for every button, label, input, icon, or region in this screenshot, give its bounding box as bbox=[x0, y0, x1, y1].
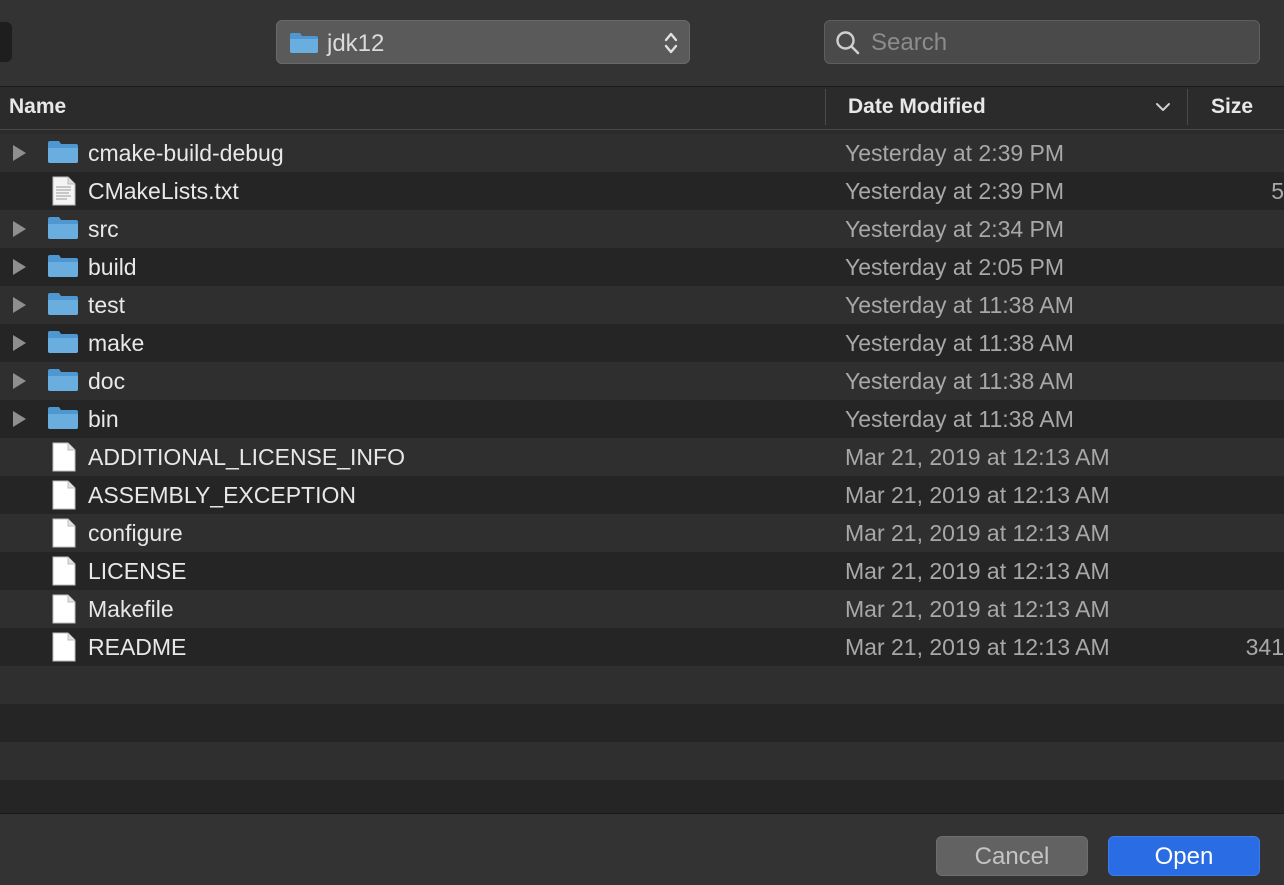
toolbar: jdk12 bbox=[0, 0, 1284, 87]
file-name: ASSEMBLY_EXCEPTION bbox=[88, 482, 356, 508]
file-name: src bbox=[88, 216, 119, 242]
file-row[interactable]: LICENSE Mar 21, 2019 at 12:13 AM bbox=[0, 552, 1284, 590]
file-name: LICENSE bbox=[88, 558, 187, 584]
file-row[interactable]: make Yesterday at 11:38 AM bbox=[0, 324, 1284, 362]
search-field[interactable] bbox=[824, 20, 1260, 64]
file-row[interactable]: CMakeLists.txt Yesterday at 2:39 PM 5 bbox=[0, 172, 1284, 210]
file-date-modified: Yesterday at 2:05 PM bbox=[845, 254, 1065, 280]
column-header: Name Date Modified Size bbox=[0, 87, 1284, 130]
search-input[interactable] bbox=[869, 27, 1253, 59]
chevron-updown-icon bbox=[663, 29, 679, 57]
file-date-modified: Mar 21, 2019 at 12:13 AM bbox=[845, 596, 1110, 622]
file-row[interactable]: configure Mar 21, 2019 at 12:13 AM bbox=[0, 514, 1284, 552]
cancel-button[interactable]: Cancel bbox=[936, 836, 1088, 876]
column-divider[interactable] bbox=[825, 89, 826, 125]
file-name: doc bbox=[88, 368, 126, 394]
file-name: README bbox=[88, 634, 187, 660]
disclosure-triangle-icon[interactable] bbox=[13, 297, 26, 313]
column-date-modified-header[interactable]: Date Modified bbox=[848, 87, 986, 129]
disclosure-triangle-icon[interactable] bbox=[13, 373, 26, 389]
file-name: make bbox=[88, 330, 145, 356]
document-icon bbox=[52, 594, 76, 629]
location-popup[interactable]: jdk12 bbox=[276, 20, 690, 64]
file-date-modified: Mar 21, 2019 at 12:13 AM bbox=[845, 444, 1110, 470]
file-row[interactable]: doc Yesterday at 11:38 AM bbox=[0, 362, 1284, 400]
file-date-modified: Mar 21, 2019 at 12:13 AM bbox=[845, 558, 1110, 584]
disclosure-triangle-icon[interactable] bbox=[13, 221, 26, 237]
folder-icon bbox=[47, 330, 79, 359]
disclosure-triangle-icon[interactable] bbox=[13, 335, 26, 351]
folder-icon bbox=[47, 406, 79, 435]
file-date-modified: Yesterday at 11:38 AM bbox=[845, 368, 1074, 394]
file-row[interactable]: ASSEMBLY_EXCEPTION Mar 21, 2019 at 12:13 … bbox=[0, 476, 1284, 514]
folder-icon bbox=[47, 368, 79, 397]
file-row[interactable]: bin Yesterday at 11:38 AM bbox=[0, 400, 1284, 438]
folder-icon bbox=[47, 254, 79, 283]
file-size: 5 bbox=[1271, 178, 1284, 204]
file-row[interactable]: README Mar 21, 2019 at 12:13 AM 341 bbox=[0, 628, 1284, 666]
file-date-modified: Mar 21, 2019 at 12:13 AM bbox=[845, 520, 1110, 546]
file-date-modified: Yesterday at 2:39 PM bbox=[845, 178, 1065, 204]
document-icon bbox=[52, 556, 76, 591]
file-date-modified: Yesterday at 11:38 AM bbox=[845, 330, 1074, 356]
document-icon bbox=[52, 480, 76, 515]
file-date-modified: Yesterday at 11:38 AM bbox=[845, 292, 1074, 318]
file-name: configure bbox=[88, 520, 183, 546]
empty-row bbox=[0, 704, 1284, 742]
file-name: ADDITIONAL_LICENSE_INFO bbox=[88, 444, 405, 470]
file-name: test bbox=[88, 292, 126, 318]
open-button[interactable]: Open bbox=[1108, 836, 1260, 876]
file-name: build bbox=[88, 254, 137, 280]
column-size-header[interactable]: Size bbox=[1211, 87, 1253, 129]
file-date-modified: Yesterday at 2:34 PM bbox=[845, 216, 1065, 242]
disclosure-triangle-icon[interactable] bbox=[13, 411, 26, 427]
file-name: Makefile bbox=[88, 596, 174, 622]
dialog-footer: Cancel Open bbox=[0, 813, 1284, 885]
folder-icon bbox=[47, 140, 79, 169]
folder-icon bbox=[47, 216, 79, 245]
document-icon bbox=[52, 442, 76, 477]
column-divider[interactable] bbox=[1187, 89, 1188, 125]
column-name-header[interactable]: Name bbox=[9, 87, 66, 129]
document-icon bbox=[52, 632, 76, 667]
file-list: cmake-build-debug Yesterday at 2:39 PM CMa… bbox=[0, 134, 1284, 818]
disclosure-triangle-icon[interactable] bbox=[13, 259, 26, 275]
file-date-modified: Mar 21, 2019 at 12:13 AM bbox=[845, 634, 1110, 660]
search-icon bbox=[835, 30, 861, 61]
folder-icon bbox=[289, 32, 319, 59]
file-row[interactable]: src Yesterday at 2:34 PM bbox=[0, 210, 1284, 248]
empty-row bbox=[0, 742, 1284, 780]
file-row[interactable]: test Yesterday at 11:38 AM bbox=[0, 286, 1284, 324]
chevron-down-icon bbox=[1155, 99, 1171, 120]
text-document-icon bbox=[52, 176, 76, 211]
disclosure-triangle-icon[interactable] bbox=[13, 145, 26, 161]
file-size: 341 bbox=[1245, 634, 1284, 660]
folder-icon bbox=[47, 292, 79, 321]
file-row[interactable]: cmake-build-debug Yesterday at 2:39 PM bbox=[0, 134, 1284, 172]
file-date-modified: Yesterday at 11:38 AM bbox=[845, 406, 1074, 432]
file-row[interactable]: Makefile Mar 21, 2019 at 12:13 AM bbox=[0, 590, 1284, 628]
file-row[interactable]: build Yesterday at 2:05 PM bbox=[0, 248, 1284, 286]
file-date-modified: Yesterday at 2:39 PM bbox=[845, 140, 1065, 166]
file-date-modified: Mar 21, 2019 at 12:13 AM bbox=[845, 482, 1110, 508]
empty-row bbox=[0, 666, 1284, 704]
file-name: cmake-build-debug bbox=[88, 140, 284, 166]
sidebar-toggle-button[interactable] bbox=[0, 22, 12, 62]
document-icon bbox=[52, 518, 76, 553]
file-name: bin bbox=[88, 406, 119, 432]
file-row[interactable]: ADDITIONAL_LICENSE_INFO Mar 21, 2019 at 1… bbox=[0, 438, 1284, 476]
file-name: CMakeLists.txt bbox=[88, 178, 239, 204]
location-label: jdk12 bbox=[327, 30, 385, 57]
